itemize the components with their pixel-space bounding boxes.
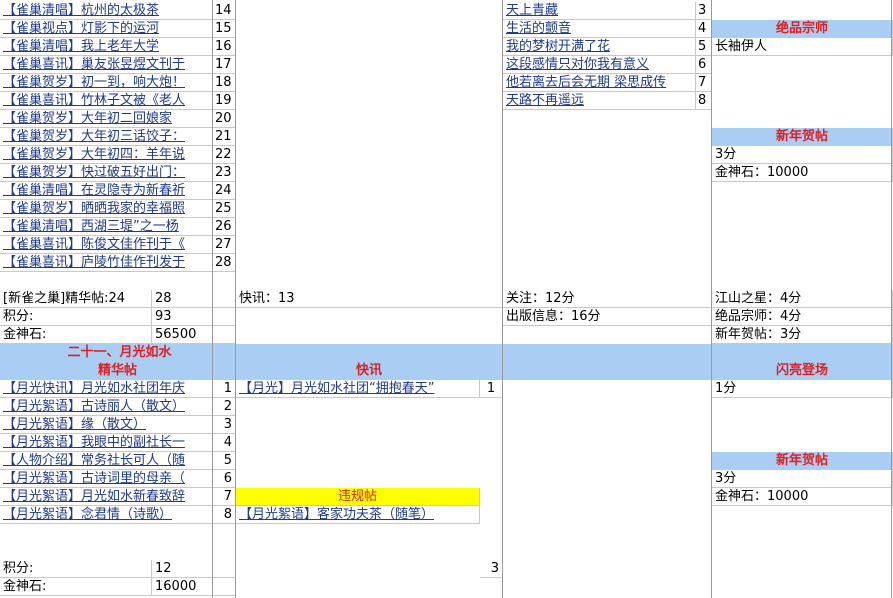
post-link[interactable]: 【雀巢贺岁】大年初四：羊年说 — [0, 146, 213, 164]
post-link[interactable]: 【人物介绍】常务社长可人（随 — [0, 452, 213, 470]
post-link[interactable]: 【月光絮语】我眼中的副社长一 — [0, 434, 213, 452]
weigui-header: 违规帖 — [236, 488, 480, 506]
post-number: 6 — [213, 470, 236, 488]
gold-label: 金神石: — [0, 326, 152, 344]
post-link[interactable]: 【雀巢清唱】在灵隐寺为新春祈 — [0, 182, 213, 200]
post-link[interactable]: 【雀巢喜讯】陈俊文佳作刊于《 — [0, 236, 213, 254]
jifen-value: 93 — [152, 308, 236, 326]
weigui-link[interactable]: 【月光絮语】客家功夫茶（随笔） — [236, 506, 480, 524]
post-number: 25 — [213, 200, 236, 218]
jinghua-count: 28 — [152, 290, 236, 308]
post-link[interactable]: 天路不再遥远 — [503, 92, 696, 110]
post-number: 3 — [213, 416, 236, 434]
kuaixun-number: 1 — [480, 380, 503, 398]
xinnian-gold: 金神石：10000 — [712, 164, 893, 182]
post-link[interactable]: 【月光快讯】月光如水社团年庆 — [0, 380, 213, 398]
post-number: 22 — [213, 146, 236, 164]
post-link[interactable]: 【雀巢清唱】我上老年大学 — [0, 38, 213, 56]
post-link[interactable]: 天上青藏 — [503, 2, 696, 20]
post-number: 20 — [213, 110, 236, 128]
post-link[interactable]: 【月光絮语】念君情（诗歌） — [0, 506, 213, 524]
post-link[interactable]: 【雀巢贺岁】大年初二回娘家 — [0, 110, 213, 128]
kuaixun-count: 3 — [480, 560, 503, 578]
jueping-header: 绝品宗师 — [712, 20, 893, 38]
post-number: 7 — [213, 488, 236, 506]
post-link[interactable]: 【月光絮语】古诗丽人（散文） — [0, 398, 213, 416]
post-number: 4 — [696, 20, 712, 38]
post-number: 21 — [213, 128, 236, 146]
post-link[interactable]: 【雀巢贺岁】大年初三话饺子： — [0, 128, 213, 146]
post-number: 24 — [213, 182, 236, 200]
post-link[interactable]: 他若离去后会无期 梁思成传 — [503, 74, 696, 92]
post-number: 17 — [213, 56, 236, 74]
header-blank — [503, 362, 712, 380]
post-number: 5 — [213, 452, 236, 470]
post-number: 8 — [696, 92, 712, 110]
jifen-value: 12 — [152, 560, 236, 578]
grid-line — [711, 0, 712, 598]
jiangshan-score: 江山之星：4分 — [712, 290, 893, 308]
spreadsheet: 【雀巢清唱】杭州的太极茶 14 【雀巢视点】灯影下的运河 15 【雀巢清唱】我上… — [0, 0, 893, 598]
post-number: 16 — [213, 38, 236, 56]
section-title: 二十一、月光如水 — [0, 344, 236, 362]
post-link[interactable]: 【雀巢贺岁】初一到，响大炮！ — [0, 74, 213, 92]
post-link[interactable]: 【雀巢喜讯】巢友张昱煜文刊于 — [0, 56, 213, 74]
gold-label: 金神石: — [0, 578, 152, 596]
post-link[interactable]: 【雀巢视点】灯影下的运河 — [0, 20, 213, 38]
guanzhu-score: 关注：12分 — [503, 290, 712, 308]
jueping-item: 长袖伊人 — [712, 38, 893, 56]
jinghua-header: 精华帖 — [0, 362, 236, 380]
post-number: 18 — [213, 74, 236, 92]
post-link[interactable]: 【月光絮语】月光如水新春致辞 — [0, 488, 213, 506]
grid-line — [235, 0, 236, 598]
kuaixun-score: 快讯：13 — [236, 290, 503, 308]
xinnian-score: 3分 — [712, 146, 893, 164]
post-link[interactable]: 【雀巢清唱】西湖三堤”之一杨 — [0, 218, 213, 236]
post-number: 19 — [213, 92, 236, 110]
kuaixun-link[interactable]: 【月光】月光如水社团“拥抱春天” — [236, 380, 480, 398]
post-link[interactable]: 【雀巢贺岁】晒晒我家的幸福照 — [0, 200, 213, 218]
post-number: 2 — [213, 398, 236, 416]
post-number: 26 — [213, 218, 236, 236]
post-number: 14 — [213, 2, 236, 20]
shanliang-score: 1分 — [712, 380, 893, 398]
jifen-label: 积分: — [0, 308, 152, 326]
post-number: 7 — [696, 74, 712, 92]
chuban-score: 出版信息：16分 — [503, 308, 712, 326]
shanliang-header: 闪亮登场 — [712, 362, 893, 380]
post-number: 28 — [213, 254, 236, 272]
post-number: 5 — [696, 38, 712, 56]
post-number: 1 — [213, 380, 236, 398]
post-link[interactable]: 生活的颤音 — [503, 20, 696, 38]
post-link[interactable]: 【雀巢清唱】杭州的太极茶 — [0, 2, 213, 20]
post-number: 23 — [213, 164, 236, 182]
jifen-label: 积分: — [0, 560, 152, 578]
gold-value: 56500 — [152, 326, 236, 344]
grid-line — [212, 0, 213, 598]
xinnian-score: 3分 — [712, 470, 893, 488]
post-number: 4 — [213, 434, 236, 452]
kuaixun-header: 快讯 — [236, 362, 503, 380]
post-link[interactable]: 【雀巢贺岁】快过破五好出门： — [0, 164, 213, 182]
grid-line — [502, 0, 503, 598]
gold-value: 16000 — [152, 578, 236, 596]
jinghua-label: [新雀之巢]精华帖:24 — [0, 290, 152, 308]
post-link[interactable]: 【雀巢喜讯】竹林子文被《老人 — [0, 92, 213, 110]
post-number: 15 — [213, 20, 236, 38]
post-number: 6 — [696, 56, 712, 74]
xinnian-gold: 金神石：10000 — [712, 488, 893, 506]
post-number: 27 — [213, 236, 236, 254]
post-link[interactable]: 这段感情只对你我有意义 — [503, 56, 696, 74]
xinnian-total: 新年贺帖：3分 — [712, 326, 893, 344]
post-link[interactable]: 【月光絮语】古诗词里的母亲（ — [0, 470, 213, 488]
post-number: 8 — [213, 506, 236, 524]
xinnian-header: 新年贺帖 — [712, 128, 893, 146]
post-link[interactable]: 【雀巢喜讯】庐陵竹佳作刊发于 — [0, 254, 213, 272]
post-link[interactable]: 我的梦树开满了花 — [503, 38, 696, 56]
xinnian-header: 新年贺帖 — [712, 452, 893, 470]
post-link[interactable]: 【月光絮语】缘（散文） — [0, 416, 213, 434]
post-number: 3 — [696, 2, 712, 20]
grid-line — [891, 0, 892, 598]
jueping-score: 绝品宗师：4分 — [712, 308, 893, 326]
